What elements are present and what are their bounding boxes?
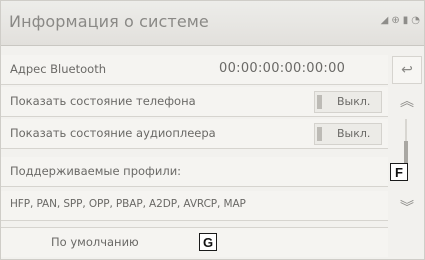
battery-icon: ▮ xyxy=(402,15,409,26)
chevron-double-up-icon: ︽ xyxy=(400,94,414,110)
audio-status-toggle-label: Выкл. xyxy=(337,127,371,140)
header-bar: Информация о системе ◢ ⊕ ▮ ◔ xyxy=(1,1,424,46)
back-button[interactable]: ↩ xyxy=(392,56,422,84)
show-phone-status-row[interactable]: Показать состояние телефона Выкл. xyxy=(1,87,388,117)
signal-icon: ◢ xyxy=(380,15,389,26)
page-title: Информация о системе xyxy=(9,12,209,31)
scroll-down-button[interactable]: ︾ xyxy=(392,193,422,221)
phone-status-toggle-label: Выкл. xyxy=(337,95,371,108)
status-icons: ◢ ⊕ ▮ ◔ xyxy=(381,15,420,27)
system-info-screen: Информация о системе ◢ ⊕ ▮ ◔ Адрес Bluet… xyxy=(0,0,425,260)
callout-g: G xyxy=(199,233,217,251)
profile-list-row: HFP, PAN, SPP, OPP, PBAP, A2DP, AVRCP, M… xyxy=(1,191,388,221)
side-controls: ↩ ︽ ︾ xyxy=(390,49,424,259)
show-audio-status-row[interactable]: Показать состояние аудиоплеера Выкл. xyxy=(1,119,388,149)
default-button[interactable]: По умолчанию xyxy=(1,227,388,257)
toggle-indicator xyxy=(317,95,322,109)
audio-status-toggle[interactable]: Выкл. xyxy=(314,123,382,145)
scroll-thumb[interactable] xyxy=(404,141,408,163)
profile-list-label: HFP, PAN, SPP, OPP, PBAP, A2DP, AVRCP, M… xyxy=(10,198,246,210)
default-button-label: По умолчанию xyxy=(51,235,139,249)
phone-status-toggle[interactable]: Выкл. xyxy=(314,91,382,113)
supported-profiles-label: Поддерживаемые профили: xyxy=(10,164,182,178)
bluetooth-address-row: Адрес Bluetooth 00:00:00:00:00:00 xyxy=(1,55,388,85)
chevron-double-down-icon: ︾ xyxy=(400,200,414,216)
scroll-up-button[interactable]: ︽ xyxy=(392,87,422,115)
back-arrow-icon: ↩ xyxy=(401,62,413,78)
bluetooth-address-value: 00:00:00:00:00:00 xyxy=(219,61,346,76)
show-phone-status-label: Показать состояние телефона xyxy=(10,94,196,108)
wifi-icon: ◔ xyxy=(411,15,420,26)
bluetooth-address-label: Адрес Bluetooth xyxy=(10,62,106,76)
toggle-indicator xyxy=(317,127,322,141)
lock-icon: ⊕ xyxy=(391,15,400,26)
callout-f: F xyxy=(390,163,408,181)
show-audio-status-label: Показать состояние аудиоплеера xyxy=(10,126,216,140)
supported-profiles-row: Поддерживаемые профили: xyxy=(1,157,388,187)
